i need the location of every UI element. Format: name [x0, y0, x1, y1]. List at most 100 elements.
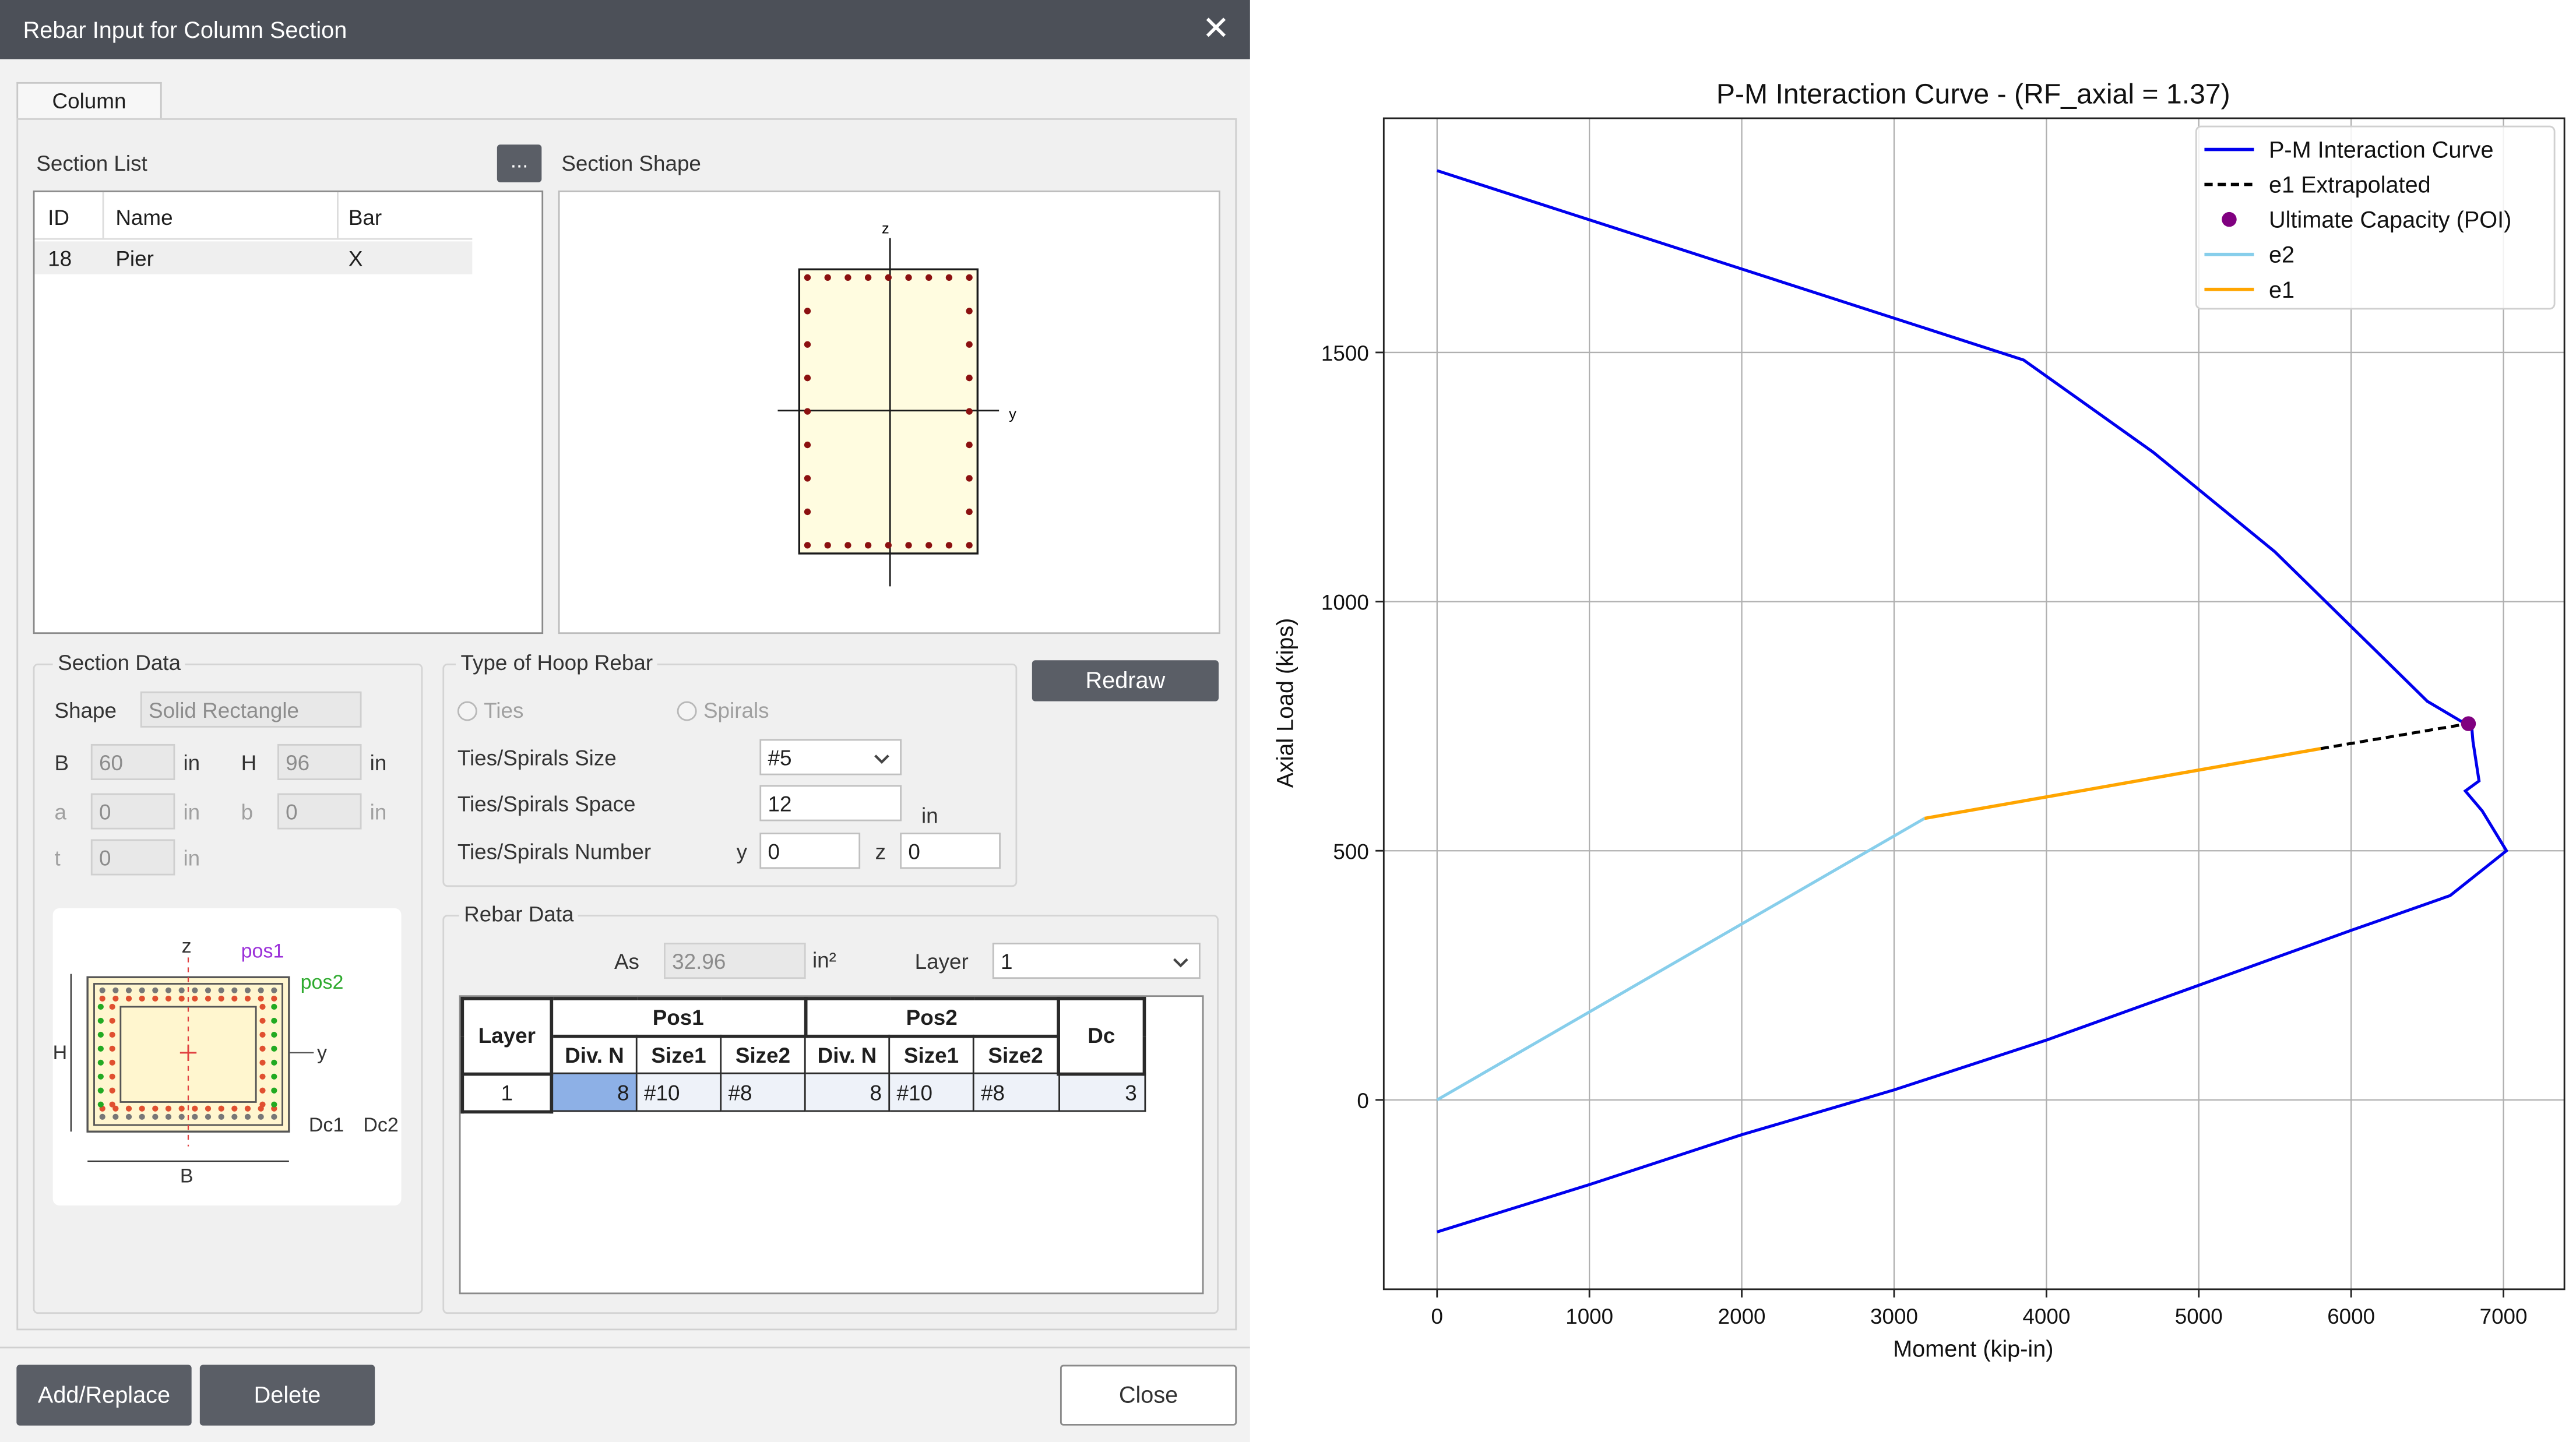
diagram-bar [109, 1045, 115, 1052]
H-field[interactable]: 96 [277, 743, 362, 780]
cell-pos2-size2[interactable]: #8 [972, 1072, 1060, 1112]
diagram-bar [109, 1031, 115, 1038]
column-header-name[interactable]: Name [115, 205, 173, 230]
ties-space-field[interactable]: 12 [759, 785, 902, 822]
cell-pos1-size2[interactable]: #8 [720, 1072, 806, 1112]
diagram-bar [244, 987, 251, 993]
legend-label: e2 [2269, 242, 2295, 268]
x-tick-label: 6000 [2327, 1305, 2375, 1328]
tab-column[interactable]: Column [16, 82, 162, 118]
x-axis-label: Moment (kip-in) [1893, 1337, 2053, 1362]
diagram-bar [271, 1045, 277, 1052]
diagram-dc2-label: Dc2 [363, 1114, 398, 1136]
a-field[interactable]: 0 [90, 793, 175, 830]
diagram-bar [165, 1105, 172, 1112]
diagram-bar [109, 1087, 115, 1094]
diagram-bar [139, 1113, 145, 1120]
y-tick-label: 500 [1333, 840, 1368, 863]
cell-pos2-divn[interactable]: 8 [804, 1072, 891, 1112]
rebar-dot [844, 542, 851, 549]
header-pos2-size1[interactable]: Size1 [888, 1035, 974, 1074]
diagram-bar [271, 987, 277, 993]
diagram-bar [244, 995, 251, 1002]
spirals-radio[interactable] [677, 701, 697, 721]
ties-y-field[interactable]: 0 [759, 833, 861, 869]
shape-field[interactable]: Solid Rectangle [140, 691, 362, 728]
layer-label: Layer [914, 949, 969, 974]
header-pos2[interactable]: Pos2 [803, 997, 1060, 1038]
B-field[interactable]: 60 [90, 743, 175, 780]
column-header-id[interactable]: ID [48, 205, 69, 230]
column-header-bar[interactable]: Bar [349, 205, 382, 230]
rebar-dot [966, 274, 973, 281]
header-pos1[interactable]: Pos1 [550, 997, 807, 1038]
close-icon[interactable]: ✕ [1202, 8, 1230, 49]
diagram-bar [271, 1003, 277, 1010]
header-pos1-size1[interactable]: Size1 [635, 1035, 722, 1074]
diagram-bar [125, 1105, 132, 1112]
header-pos1-size2[interactable]: Size2 [720, 1035, 806, 1074]
diagram-bar [112, 987, 119, 993]
t-field[interactable]: 0 [90, 839, 175, 876]
chart-series [1436, 169, 2509, 1233]
cell-pos1-size1[interactable]: #10 [635, 1072, 722, 1112]
cell-pos2-size1[interactable]: #10 [888, 1072, 974, 1112]
header-pos2-divn[interactable]: Div. N [804, 1035, 891, 1074]
rebar-dot [966, 341, 973, 348]
header-layer[interactable]: Layer [460, 997, 554, 1075]
rebar-dot [824, 274, 831, 281]
diagram-bar [97, 1087, 104, 1094]
diagram-pos2-label: pos2 [301, 971, 344, 993]
diagram-bar [205, 1113, 212, 1120]
ties-z-field[interactable]: 0 [900, 833, 1001, 869]
diagram-y-label: y [317, 1042, 327, 1064]
add-replace-button[interactable]: Add/Replace [16, 1365, 192, 1426]
cell-pos1-divn[interactable]: 8 [550, 1072, 638, 1112]
rebar-dot [824, 542, 831, 549]
as-field[interactable]: 32.96 [663, 943, 806, 979]
header-pos2-size2[interactable]: Size2 [972, 1035, 1060, 1074]
ties-label: Ties [484, 698, 524, 723]
close-button[interactable]: Close [1060, 1365, 1237, 1426]
diagram-B-label: B [180, 1165, 193, 1187]
cell-dc[interactable]: 3 [1057, 1072, 1145, 1112]
rebar-dot [925, 274, 932, 281]
diagram-bar [125, 995, 132, 1002]
diagram-pos1-label: pos1 [241, 940, 284, 962]
diagram-bar [178, 995, 185, 1002]
legend-swatch [2222, 211, 2237, 227]
rebar-dot [945, 274, 953, 281]
ties-radio[interactable] [457, 701, 477, 721]
rebar-dot [804, 542, 811, 549]
section-list-more-button[interactable]: ... [497, 144, 542, 182]
header-dc[interactable]: Dc [1057, 997, 1146, 1075]
diagram-bar [125, 987, 132, 993]
diagram-bar [244, 1105, 251, 1112]
diagram-bar [244, 1113, 251, 1120]
diagram-bar [259, 1073, 266, 1080]
diagram-bar [109, 1073, 115, 1080]
diagram-bar [271, 1017, 277, 1024]
b-field[interactable]: 0 [277, 793, 362, 830]
table-row[interactable]: 1 8 #10 #8 8 #10 #8 3 [460, 1071, 1145, 1113]
diagram-bar [192, 987, 198, 993]
diagram-bar [218, 1113, 224, 1120]
diagram-bar [165, 995, 172, 1002]
delete-button[interactable]: Delete [199, 1365, 375, 1426]
diagram-bar [139, 1105, 145, 1112]
layer-select[interactable]: 1 [992, 943, 1201, 979]
redraw-button[interactable]: Redraw [1032, 660, 1219, 701]
diagram-bar [109, 1003, 115, 1010]
header-pos1-divn[interactable]: Div. N [550, 1035, 638, 1074]
diagram-bar [271, 1073, 277, 1080]
rebar-table: Layer Pos1 Pos2 Dc Div. N Size1 Size2 Di… [460, 997, 1146, 1113]
y-axis-label: Axial Load (kips) [1272, 618, 1298, 788]
cell-layer[interactable]: 1 [460, 1071, 554, 1113]
diagram-bar [259, 1101, 266, 1108]
z-axis-label: z [882, 220, 889, 237]
diagram-bar [152, 987, 159, 993]
section-list-row[interactable]: 18 Pier X [34, 241, 473, 274]
x-tick-label: 2000 [1718, 1305, 1766, 1328]
chart-title: P-M Interaction Curve - (RF_axial = 1.37… [1716, 79, 2230, 110]
ties-size-select[interactable]: #5 [759, 739, 902, 775]
